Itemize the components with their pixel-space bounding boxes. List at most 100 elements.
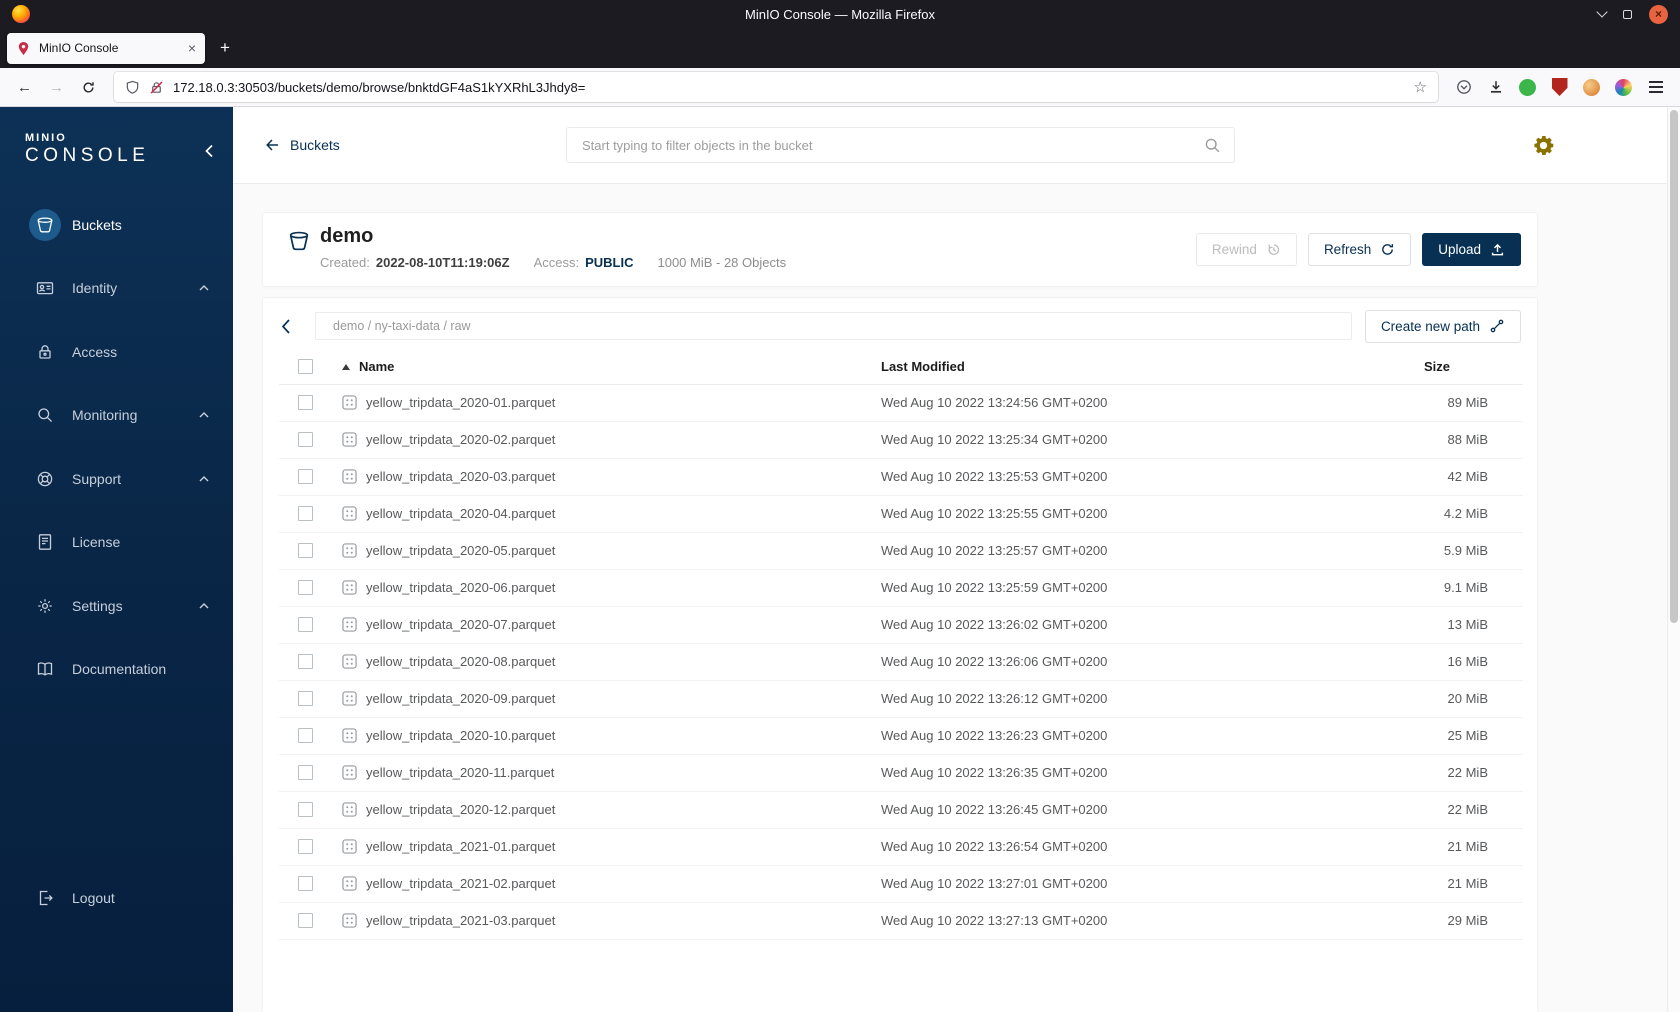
row-checkbox[interactable] bbox=[298, 617, 313, 632]
new-tab-button[interactable]: + bbox=[212, 35, 238, 61]
column-header-last-modified[interactable]: Last Modified bbox=[881, 350, 1409, 385]
row-checkbox[interactable] bbox=[298, 765, 313, 780]
table-row[interactable]: yellow_tripdata_2021-03.parquet Wed Aug … bbox=[279, 902, 1523, 940]
table-row[interactable]: yellow_tripdata_2021-02.parquet Wed Aug … bbox=[279, 865, 1523, 903]
table-row[interactable]: yellow_tripdata_2021-01.parquet Wed Aug … bbox=[279, 828, 1523, 866]
rewind-button[interactable]: Rewind bbox=[1195, 233, 1297, 266]
table-row[interactable]: yellow_tripdata_2020-11.parquet Wed Aug … bbox=[279, 754, 1523, 792]
row-checkbox[interactable] bbox=[298, 395, 313, 410]
sidebar-item-buckets[interactable]: Buckets bbox=[0, 193, 233, 257]
window-close-button[interactable]: × bbox=[1649, 4, 1668, 24]
object-name-cell[interactable]: yellow_tripdata_2020-02.parquet bbox=[327, 421, 881, 459]
refresh-button[interactable]: Refresh bbox=[1307, 233, 1412, 266]
tab-bar: MinIO Console × + bbox=[0, 28, 1680, 68]
reload-icon bbox=[83, 81, 94, 93]
object-name-cell[interactable]: yellow_tripdata_2020-08.parquet bbox=[327, 643, 881, 681]
table-row[interactable]: yellow_tripdata_2020-10.parquet Wed Aug … bbox=[279, 717, 1523, 755]
table-row[interactable]: yellow_tripdata_2020-09.parquet Wed Aug … bbox=[279, 680, 1523, 718]
tracking-shield-icon[interactable] bbox=[125, 80, 140, 95]
row-checkbox[interactable] bbox=[298, 543, 313, 558]
sidebar-item-identity[interactable]: Identity bbox=[0, 257, 233, 321]
sidebar-item-access[interactable]: Access bbox=[0, 320, 233, 384]
reload-button[interactable] bbox=[74, 73, 103, 102]
path-row: demo / ny-taxi-data / raw Create new pat… bbox=[279, 305, 1521, 347]
object-size-cell: 16 MiB bbox=[1409, 643, 1523, 681]
pocket-button[interactable] bbox=[1449, 73, 1478, 102]
row-checkbox[interactable] bbox=[298, 876, 313, 891]
object-name-cell[interactable]: yellow_tripdata_2021-03.parquet bbox=[327, 902, 881, 940]
row-checkbox[interactable] bbox=[298, 506, 313, 521]
object-name-cell[interactable]: yellow_tripdata_2020-12.parquet bbox=[327, 791, 881, 829]
table-row[interactable]: yellow_tripdata_2020-04.parquet Wed Aug … bbox=[279, 495, 1523, 533]
object-name: yellow_tripdata_2020-04.parquet bbox=[366, 506, 556, 521]
sidebar-item-license[interactable]: License bbox=[0, 511, 233, 575]
url-bar[interactable]: 172.18.0.3:30503/buckets/demo/browse/bnk… bbox=[114, 72, 1438, 102]
table-row[interactable]: yellow_tripdata_2020-12.parquet Wed Aug … bbox=[279, 791, 1523, 829]
upload-button[interactable]: Upload bbox=[1422, 233, 1521, 266]
extension-pinwheel-button[interactable] bbox=[1609, 73, 1638, 102]
console-settings-button[interactable] bbox=[1528, 130, 1558, 160]
app-menu-button[interactable] bbox=[1641, 73, 1670, 102]
row-checkbox[interactable] bbox=[298, 654, 313, 669]
select-all-checkbox[interactable] bbox=[298, 359, 313, 375]
row-checkbox[interactable] bbox=[298, 728, 313, 743]
table-row[interactable]: yellow_tripdata_2020-02.parquet Wed Aug … bbox=[279, 421, 1523, 459]
column-header-size[interactable]: Size bbox=[1409, 350, 1523, 385]
window-maximize-button[interactable] bbox=[1623, 9, 1632, 19]
bucket-icon bbox=[29, 208, 61, 241]
object-name-cell[interactable]: yellow_tripdata_2020-03.parquet bbox=[327, 458, 881, 496]
object-name-cell[interactable]: yellow_tripdata_2020-09.parquet bbox=[327, 680, 881, 718]
row-checkbox[interactable] bbox=[298, 802, 313, 817]
table-row[interactable]: yellow_tripdata_2020-07.parquet Wed Aug … bbox=[279, 606, 1523, 644]
tab-minio-console[interactable]: MinIO Console × bbox=[7, 32, 205, 64]
page-scrollbar[interactable] bbox=[1667, 107, 1680, 1012]
row-checkbox[interactable] bbox=[298, 839, 313, 854]
row-checkbox[interactable] bbox=[298, 432, 313, 447]
sidebar-item-settings[interactable]: Settings bbox=[0, 574, 233, 638]
extension-avatar-button[interactable] bbox=[1577, 73, 1606, 102]
search-input[interactable] bbox=[580, 136, 1204, 154]
breadcrumb[interactable]: demo / ny-taxi-data / raw bbox=[315, 312, 1352, 340]
object-name-cell[interactable]: yellow_tripdata_2020-10.parquet bbox=[327, 717, 881, 755]
bookmark-star-icon[interactable]: ☆ bbox=[1414, 78, 1427, 96]
sidebar-item-logout[interactable]: Logout bbox=[0, 878, 233, 918]
object-file-icon bbox=[342, 580, 357, 595]
sidebar-item-documentation[interactable]: Documentation bbox=[0, 638, 233, 702]
object-name-cell[interactable]: yellow_tripdata_2020-01.parquet bbox=[327, 384, 881, 422]
table-row[interactable]: yellow_tripdata_2020-05.parquet Wed Aug … bbox=[279, 532, 1523, 570]
object-name-cell[interactable]: yellow_tripdata_2020-07.parquet bbox=[327, 606, 881, 644]
firefox-logo-icon bbox=[12, 5, 30, 23]
row-checkbox[interactable] bbox=[298, 469, 313, 484]
browser-forward-button[interactable]: → bbox=[42, 73, 71, 102]
downloads-button[interactable] bbox=[1481, 73, 1510, 102]
bucket-icon bbox=[288, 230, 310, 274]
scrollbar-thumb[interactable] bbox=[1670, 110, 1678, 623]
create-new-path-button[interactable]: Create new path bbox=[1364, 309, 1521, 343]
object-name-cell[interactable]: yellow_tripdata_2020-05.parquet bbox=[327, 532, 881, 570]
insecure-lock-icon[interactable] bbox=[149, 80, 164, 95]
browser-back-button[interactable]: ← bbox=[10, 73, 39, 102]
extension-green-button[interactable] bbox=[1513, 73, 1542, 102]
sidebar-item-support[interactable]: Support bbox=[0, 447, 233, 511]
object-name-cell[interactable]: yellow_tripdata_2020-06.parquet bbox=[327, 569, 881, 607]
path-back-button[interactable] bbox=[279, 318, 315, 335]
window-minimize-button[interactable] bbox=[1596, 6, 1608, 18]
row-checkbox[interactable] bbox=[298, 580, 313, 595]
tab-close-icon[interactable]: × bbox=[188, 41, 196, 55]
sidebar-item-monitoring[interactable]: Monitoring bbox=[0, 384, 233, 448]
row-select-cell bbox=[279, 458, 327, 496]
back-to-buckets-link[interactable]: Buckets bbox=[264, 137, 340, 153]
row-checkbox[interactable] bbox=[298, 691, 313, 706]
table-row[interactable]: yellow_tripdata_2020-01.parquet Wed Aug … bbox=[279, 384, 1523, 422]
extension-ublock-button[interactable] bbox=[1545, 73, 1574, 102]
column-header-name[interactable]: Name bbox=[327, 350, 881, 385]
table-row[interactable]: yellow_tripdata_2020-03.parquet Wed Aug … bbox=[279, 458, 1523, 496]
object-name-cell[interactable]: yellow_tripdata_2020-04.parquet bbox=[327, 495, 881, 533]
table-row[interactable]: yellow_tripdata_2020-06.parquet Wed Aug … bbox=[279, 569, 1523, 607]
row-checkbox[interactable] bbox=[298, 913, 313, 928]
object-name-cell[interactable]: yellow_tripdata_2021-02.parquet bbox=[327, 865, 881, 903]
table-row[interactable]: yellow_tripdata_2020-08.parquet Wed Aug … bbox=[279, 643, 1523, 681]
object-name-cell[interactable]: yellow_tripdata_2021-01.parquet bbox=[327, 828, 881, 866]
sidebar-collapse-button[interactable] bbox=[204, 144, 214, 158]
object-name-cell[interactable]: yellow_tripdata_2020-11.parquet bbox=[327, 754, 881, 792]
